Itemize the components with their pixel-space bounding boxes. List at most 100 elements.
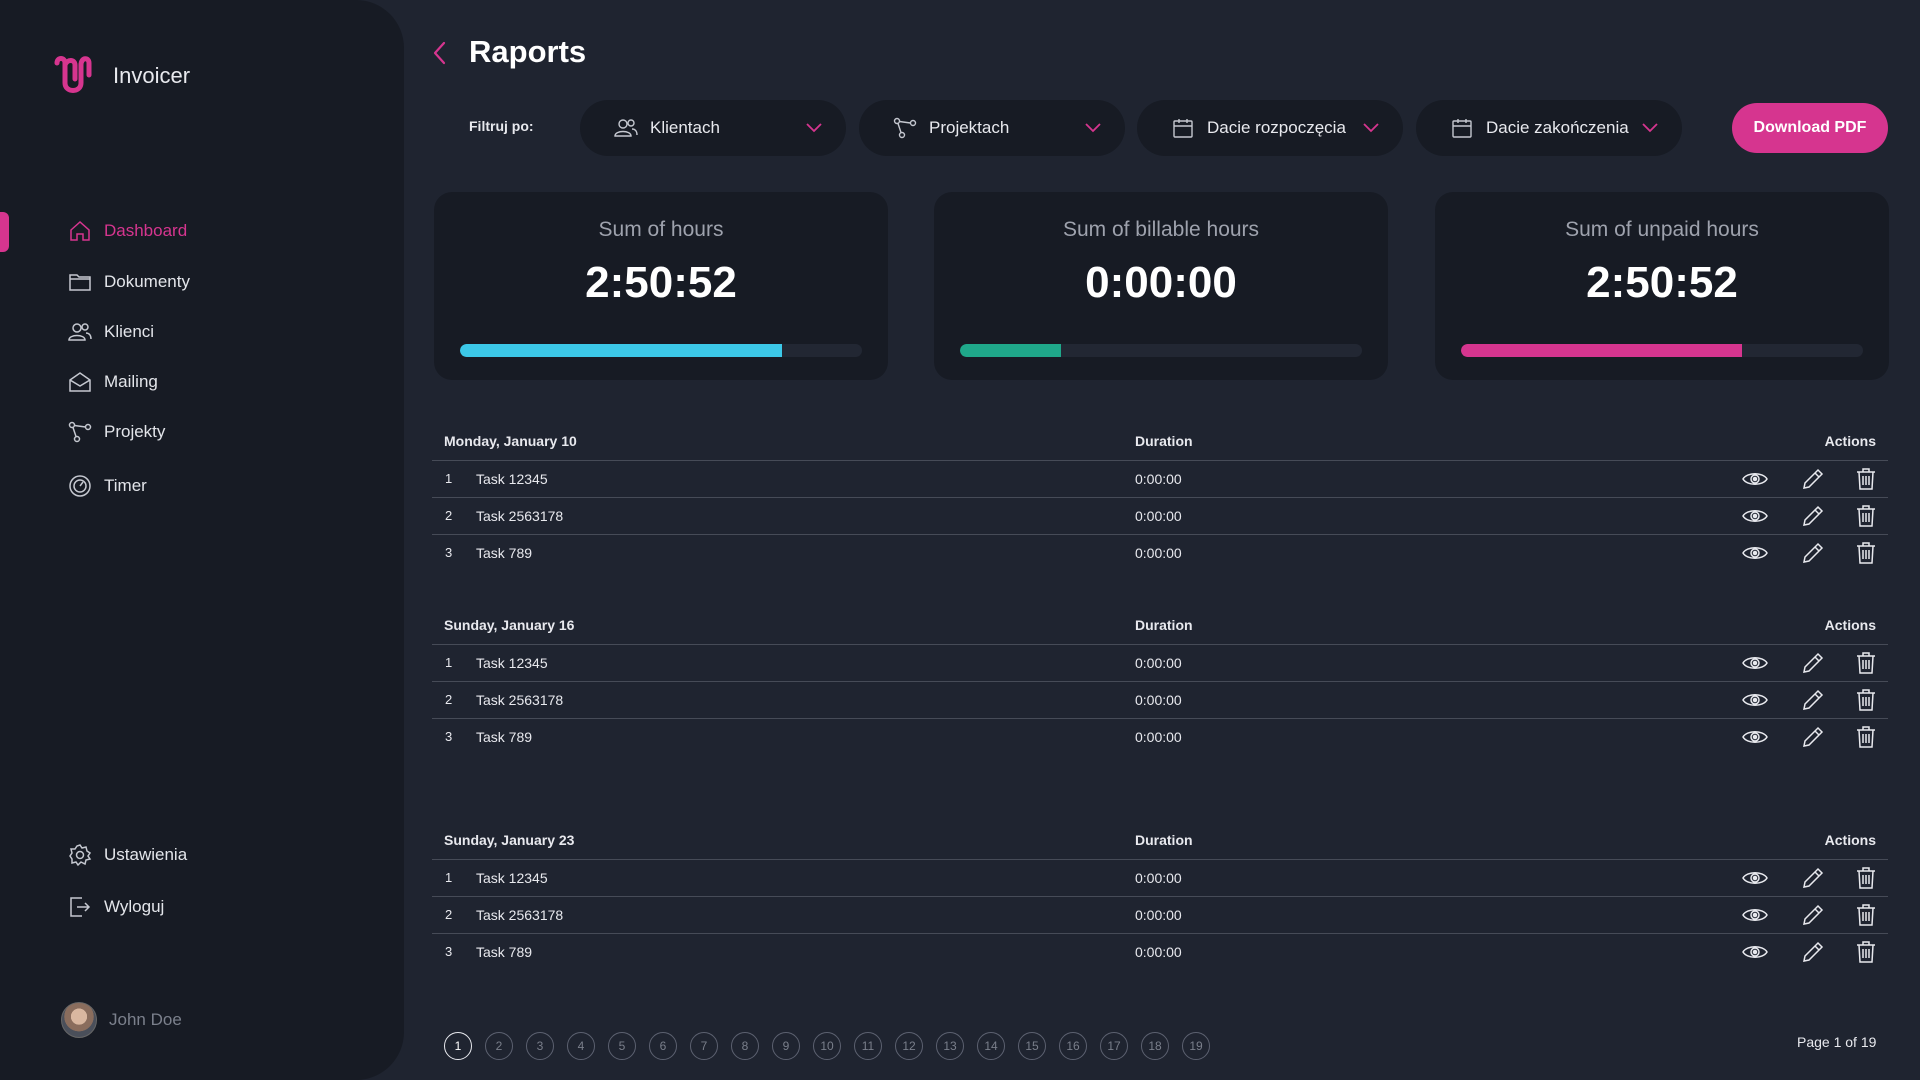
view-eye-icon[interactable] (1742, 724, 1768, 750)
sidebar-item-label: Timer (104, 476, 147, 495)
delete-trash-icon[interactable] (1853, 503, 1879, 529)
page-button[interactable]: 3 (526, 1032, 554, 1060)
task-name: Task 2563178 (476, 508, 564, 524)
stat-label: Sum of hours (598, 218, 724, 241)
edit-pencil-icon[interactable] (1800, 939, 1826, 965)
chevron-left-icon[interactable] (428, 38, 452, 68)
sidebar-item-mailing[interactable]: Mailing (68, 370, 158, 394)
table-row: 2 Task 2563178 0:00:00 (432, 498, 1888, 535)
task-duration: 0:00:00 (1135, 870, 1182, 886)
page-button[interactable]: 19 (1182, 1032, 1210, 1060)
duration-header: Duration (1135, 433, 1193, 449)
page-button[interactable]: 9 (772, 1032, 800, 1060)
edit-pencil-icon[interactable] (1800, 540, 1826, 566)
view-eye-icon[interactable] (1742, 650, 1768, 676)
edit-pencil-icon[interactable] (1800, 687, 1826, 713)
edit-pencil-icon[interactable] (1800, 466, 1826, 492)
delete-trash-icon[interactable] (1853, 902, 1879, 928)
row-number: 3 (445, 545, 453, 560)
page-button[interactable]: 4 (567, 1032, 595, 1060)
row-number: 2 (445, 508, 453, 523)
sidebar-item-label: Wyloguj (104, 897, 165, 916)
delete-trash-icon[interactable] (1853, 650, 1879, 676)
sidebar-item-label: Ustawienia (104, 845, 188, 864)
sidebar-item-label: Projekty (104, 422, 166, 441)
page-button[interactable]: 17 (1100, 1032, 1128, 1060)
share-icon (893, 117, 917, 139)
view-eye-icon[interactable] (1742, 902, 1768, 928)
page-button[interactable]: 11 (854, 1032, 882, 1060)
page-button[interactable]: 14 (977, 1032, 1005, 1060)
sidebar-item-klienci[interactable]: Klienci (68, 320, 154, 344)
delete-trash-icon[interactable] (1853, 540, 1879, 566)
edit-pencil-icon[interactable] (1800, 503, 1826, 529)
page-button[interactable]: 1 (444, 1032, 472, 1060)
delete-trash-icon[interactable] (1853, 865, 1879, 891)
stat-value: 2:50:52 (585, 258, 737, 307)
page-button[interactable]: 5 (608, 1032, 636, 1060)
page-button[interactable]: 10 (813, 1032, 841, 1060)
page-title: Raports (469, 34, 587, 69)
page-button[interactable]: 16 (1059, 1032, 1087, 1060)
page-button[interactable]: 12 (895, 1032, 923, 1060)
stat-value: 2:50:52 (1586, 258, 1738, 307)
delete-trash-icon[interactable] (1853, 939, 1879, 965)
delete-trash-icon[interactable] (1853, 466, 1879, 492)
view-eye-icon[interactable] (1742, 687, 1768, 713)
filter-label: Filtruj po: (469, 118, 534, 134)
filter-end-date-dropdown[interactable]: Dacie zakończenia (1416, 100, 1682, 156)
filter-projects-dropdown[interactable]: Projektach (859, 100, 1125, 156)
page-button[interactable]: 13 (936, 1032, 964, 1060)
task-duration: 0:00:00 (1135, 655, 1182, 671)
page-info: Page 1 of 19 (1797, 1034, 1877, 1050)
brand[interactable]: Invoicer (53, 53, 190, 99)
sidebar-item-ustawienia[interactable]: Ustawienia (68, 843, 187, 867)
table-row: 3 Task 789 0:00:00 (432, 535, 1888, 572)
user-profile[interactable]: John Doe (61, 1002, 182, 1038)
table-row: 1 Task 12345 0:00:00 (432, 860, 1888, 897)
page-button[interactable]: 15 (1018, 1032, 1046, 1060)
view-eye-icon[interactable] (1742, 503, 1768, 529)
stat-label: Sum of unpaid hours (1565, 218, 1759, 241)
page-button[interactable]: 2 (485, 1032, 513, 1060)
page-button[interactable]: 8 (731, 1032, 759, 1060)
sidebar-item-wyloguj[interactable]: Wyloguj (68, 895, 164, 919)
table-row: 2 Task 2563178 0:00:00 (432, 682, 1888, 719)
table-row: 3 Task 789 0:00:00 (432, 719, 1888, 756)
table-header: Sunday, January 16 Duration Actions (432, 605, 1888, 645)
sidebar-item-dokumenty[interactable]: Dokumenty (68, 270, 190, 294)
sidebar-item-dashboard[interactable]: Dashboard (68, 219, 187, 243)
download-pdf-button[interactable]: Download PDF (1732, 103, 1888, 153)
table-date-header: Sunday, January 23 (444, 832, 575, 848)
view-eye-icon[interactable] (1742, 939, 1768, 965)
table-date-header: Monday, January 10 (444, 433, 577, 449)
progress-track (460, 344, 862, 357)
edit-pencil-icon[interactable] (1800, 902, 1826, 928)
report-table: Sunday, January 23 Duration Actions 1 Task 1… (432, 820, 1888, 971)
page-button[interactable]: 18 (1141, 1032, 1169, 1060)
edit-pencil-icon[interactable] (1800, 865, 1826, 891)
view-eye-icon[interactable] (1742, 540, 1768, 566)
calendar-icon (1173, 119, 1193, 138)
progress-track (960, 344, 1362, 357)
task-duration: 0:00:00 (1135, 471, 1182, 487)
sidebar-item-timer[interactable]: Timer (68, 474, 147, 498)
filter-start-date-dropdown[interactable]: Dacie rozpoczęcia (1137, 100, 1403, 156)
page-button[interactable]: 7 (690, 1032, 718, 1060)
actions-header: Actions (1824, 617, 1876, 633)
task-name: Task 12345 (476, 870, 548, 886)
edit-pencil-icon[interactable] (1800, 650, 1826, 676)
table-row: 2 Task 2563178 0:00:00 (432, 897, 1888, 934)
progress-fill-billable (960, 344, 1061, 357)
filter-clients-dropdown[interactable]: Klientach (580, 100, 846, 156)
delete-trash-icon[interactable] (1853, 687, 1879, 713)
task-name: Task 2563178 (476, 907, 564, 923)
edit-pencil-icon[interactable] (1800, 724, 1826, 750)
page-button[interactable]: 6 (649, 1032, 677, 1060)
delete-trash-icon[interactable] (1853, 724, 1879, 750)
view-eye-icon[interactable] (1742, 865, 1768, 891)
sidebar-item-projekty[interactable]: Projekty (68, 420, 165, 444)
table-row: 1 Task 12345 0:00:00 (432, 461, 1888, 498)
stat-card-hours: Sum of hours 2:50:52 (434, 192, 888, 380)
view-eye-icon[interactable] (1742, 466, 1768, 492)
